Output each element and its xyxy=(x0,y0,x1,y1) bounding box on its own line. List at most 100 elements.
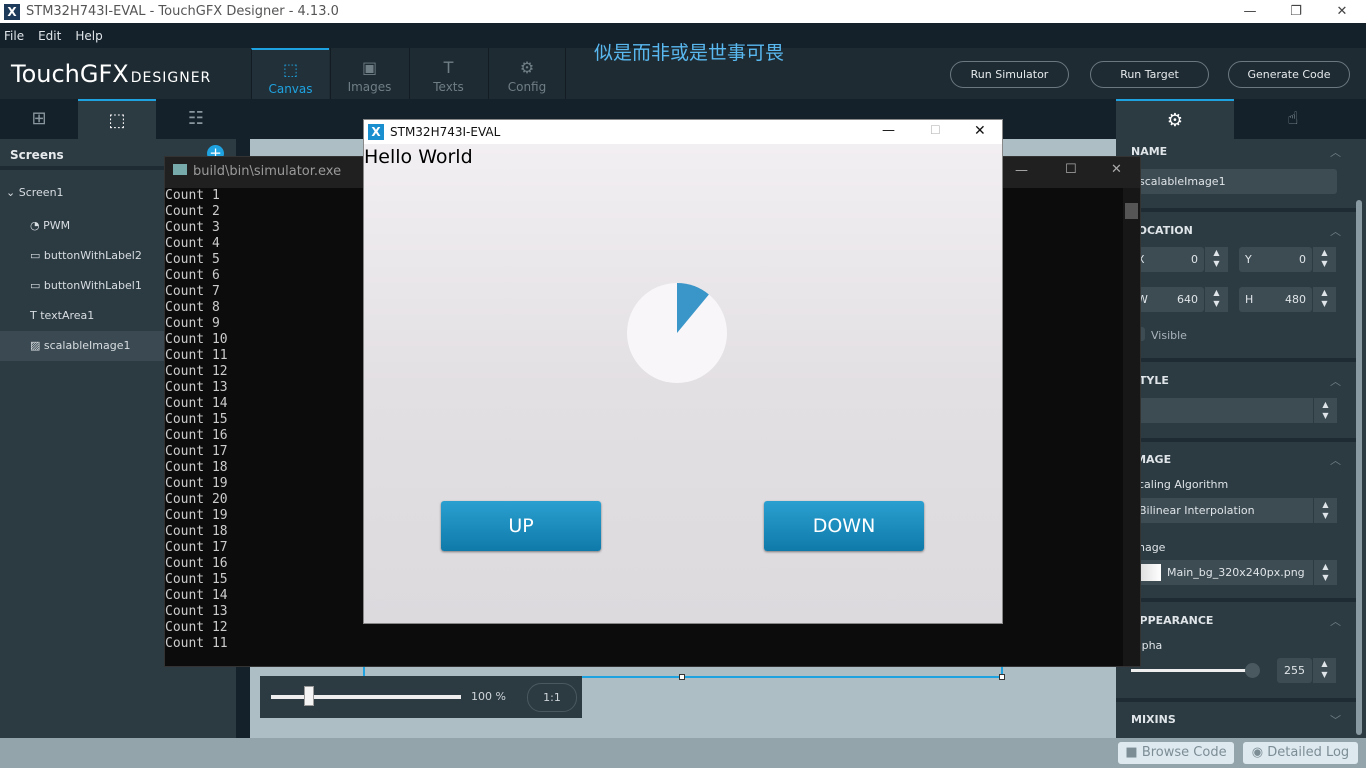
tab-config[interactable]: ⚙ Config xyxy=(488,48,566,99)
maximize-button[interactable]: ❐ xyxy=(1273,0,1319,23)
style-select[interactable]: ▲ ▼ xyxy=(1131,398,1337,423)
chevron-up-icon[interactable]: ︿ xyxy=(1330,373,1341,389)
minimize-button[interactable]: — xyxy=(1227,0,1273,23)
tab-canvas[interactable]: ⬚ Canvas xyxy=(251,48,329,99)
updown-icon: ▲ ▼ xyxy=(1313,398,1337,423)
zoom-slider-thumb[interactable] xyxy=(304,686,314,706)
select-icon: ⬚ xyxy=(108,110,126,131)
w-value: 640 xyxy=(1177,293,1198,306)
chevron-up-icon[interactable]: ︿ xyxy=(1330,452,1341,468)
detailed-log-button[interactable]: ◉ Detailed Log xyxy=(1243,742,1358,764)
down-button[interactable]: DOWN xyxy=(764,501,924,551)
menu-help[interactable]: Help xyxy=(75,29,102,43)
y-field[interactable]: Y0 xyxy=(1239,247,1312,272)
resize-handle[interactable] xyxy=(679,674,685,680)
console-close-button[interactable]: ✕ xyxy=(1111,162,1122,177)
interaction-tab[interactable]: ☝ xyxy=(1234,99,1352,139)
h-field[interactable]: H 480 xyxy=(1239,287,1312,312)
console-line: Count 18 xyxy=(165,460,228,475)
chevron-up-icon[interactable]: ︿ xyxy=(1330,223,1341,239)
console-output: Count 1 Count 2 Count 3 Count 4 Count 5 Count… xyxy=(165,188,228,652)
brand-sub: DESIGNER xyxy=(130,70,212,86)
text-icon: T xyxy=(30,309,37,322)
browse-code-button[interactable]: ■ Browse Code xyxy=(1118,742,1234,764)
console-scrollbar[interactable] xyxy=(1123,188,1140,666)
generate-code-button[interactable]: Generate Code xyxy=(1228,61,1350,88)
up-button[interactable]: UP xyxy=(441,501,601,551)
alpha-slider-thumb[interactable] xyxy=(1245,663,1260,678)
w-field[interactable]: W 640 xyxy=(1131,287,1204,312)
folder-icon: ■ xyxy=(1125,745,1142,760)
resize-handle[interactable] xyxy=(999,674,1005,680)
h-value: 480 xyxy=(1285,293,1306,306)
mixins-section[interactable]: MIXINS ﹀ xyxy=(1116,702,1356,738)
simulator-window: X STM32H743I-EVAL — ☐ ✕ Hello World UP DO… xyxy=(363,119,1003,624)
zoom-slider-track[interactable] xyxy=(271,695,461,699)
tab-label: Images xyxy=(347,80,392,94)
gear-icon: ⚙ xyxy=(519,58,535,77)
sim-minimize-button[interactable]: — xyxy=(882,123,895,138)
y-spinner[interactable]: ▲ ▼ xyxy=(1312,247,1336,272)
tab-images[interactable]: ▣ Images xyxy=(330,48,408,99)
properties-tab[interactable]: ⚙ xyxy=(1116,99,1234,139)
console-line: Count 19 xyxy=(165,476,228,491)
console-scroll-thumb[interactable] xyxy=(1125,203,1138,219)
console-line: Count 9 xyxy=(165,316,220,331)
h-spinner[interactable]: ▲ ▼ xyxy=(1312,287,1336,312)
console-line: Count 12 xyxy=(165,620,228,635)
image-select[interactable]: Main_bg_320x240px.png ▲ ▼ xyxy=(1131,560,1337,585)
sim-maximize-button[interactable]: ☐ xyxy=(930,123,941,137)
visible-label: Visible xyxy=(1151,329,1187,342)
close-button[interactable]: ✕ xyxy=(1319,0,1365,23)
item-label: PWM xyxy=(43,219,71,232)
console-line: Count 19 xyxy=(165,508,228,523)
run-simulator-button[interactable]: Run Simulator xyxy=(950,61,1069,88)
chevron-up-icon[interactable]: ︿ xyxy=(1330,144,1341,160)
sim-close-button[interactable]: ✕ xyxy=(974,123,986,139)
tab-texts[interactable]: T Texts xyxy=(409,48,487,99)
gauge-icon: ◔ xyxy=(30,219,40,232)
brand-logo: TouchGFX DESIGNER xyxy=(11,60,211,88)
scaling-algorithm-select[interactable]: Bilinear Interpolation ▲ ▼ xyxy=(1131,498,1337,523)
button-icon: ▭ xyxy=(30,279,41,292)
x-spinner[interactable]: ▲ ▼ xyxy=(1204,247,1228,272)
add-widget-tab[interactable]: ⊞ xyxy=(0,99,78,139)
zoom-fit-button[interactable]: 1:1 xyxy=(527,683,577,712)
console-line: Count 12 xyxy=(165,364,228,379)
menu-edit[interactable]: Edit xyxy=(38,29,61,43)
scaling-algorithm-label: Scaling Algorithm xyxy=(1131,478,1229,491)
item-label: buttonWithLabel2 xyxy=(43,249,142,262)
alpha-input[interactable]: 255 xyxy=(1277,658,1312,683)
console-line: Count 5 xyxy=(165,252,220,267)
chevron-up-icon[interactable]: ︿ xyxy=(1330,613,1341,629)
item-label: scalableImage1 xyxy=(43,339,131,352)
alpha-slider-track[interactable] xyxy=(1131,669,1247,672)
search-log-icon: ◉ xyxy=(1251,745,1268,760)
interactions-tab[interactable]: ☷ xyxy=(157,99,235,139)
menu-file[interactable]: File xyxy=(4,29,24,43)
console-minimize-button[interactable]: — xyxy=(1015,163,1028,178)
app-logo-icon: X xyxy=(4,3,20,20)
chevron-down-icon: ⌄ xyxy=(6,186,19,199)
console-maximize-button[interactable]: ☐ xyxy=(1065,162,1077,177)
touch-icon: ☝ xyxy=(1287,108,1299,129)
appearance-section: APPEARANCE ︿ Alpha 255 ▲ ▼ xyxy=(1116,602,1356,702)
console-line: Count 11 xyxy=(165,348,228,363)
brand-main: TouchGFX xyxy=(11,60,129,88)
console-line: Count 8 xyxy=(165,300,220,315)
w-spinner[interactable]: ▲ ▼ xyxy=(1204,287,1228,312)
name-input[interactable]: scalableImage1 xyxy=(1131,169,1337,194)
tab-label: Texts xyxy=(433,80,464,94)
screens-tab[interactable]: ⬚ xyxy=(78,99,156,139)
image-icon: ▣ xyxy=(361,58,378,77)
console-line: Count 15 xyxy=(165,572,228,587)
properties-scrollbar[interactable] xyxy=(1356,200,1362,735)
alpha-spinner[interactable]: ▲ ▼ xyxy=(1312,658,1336,683)
x-field[interactable]: X0 xyxy=(1131,247,1204,272)
run-target-button[interactable]: Run Target xyxy=(1090,61,1209,88)
image-icon: ▨ xyxy=(30,339,41,352)
browse-code-label: Browse Code xyxy=(1141,745,1227,760)
console-line: Count 11 xyxy=(165,636,228,651)
hello-world-text: Hello World xyxy=(364,146,473,168)
detailed-log-label: Detailed Log xyxy=(1267,745,1350,760)
